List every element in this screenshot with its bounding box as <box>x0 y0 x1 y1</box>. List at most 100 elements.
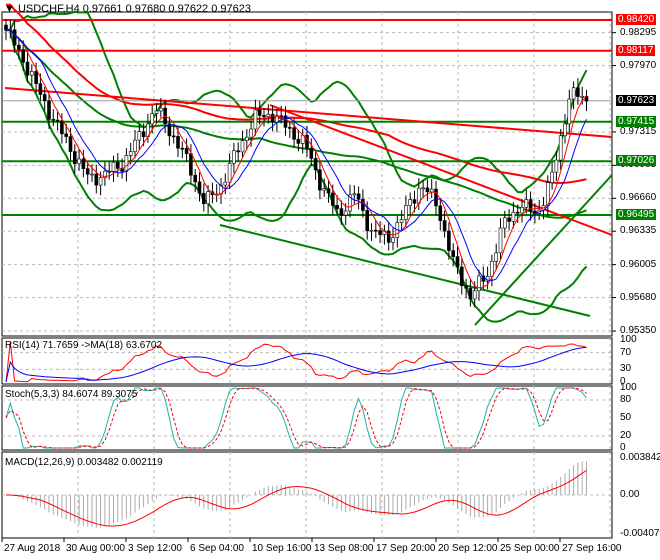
open-value: 0.97661 <box>82 3 123 15</box>
collapse-triangle-icon[interactable]: ▼ <box>4 3 15 15</box>
candle-body <box>447 230 451 251</box>
macd-tick-label: -0.004077 <box>620 527 660 539</box>
candle-body <box>429 188 434 193</box>
candle-body <box>554 159 559 173</box>
candle-body <box>116 161 120 169</box>
candle-body <box>502 217 507 229</box>
candle-body <box>227 162 232 183</box>
candle-body <box>309 147 314 159</box>
candle-body <box>550 171 554 183</box>
candle-body <box>51 119 56 121</box>
candle-body <box>524 199 529 208</box>
macd-tick-label: 0.00 <box>620 489 640 500</box>
candle-body <box>373 229 378 232</box>
price-tick-label: 0.95680 <box>620 291 657 303</box>
stoch-tick-label: 100 <box>620 382 637 393</box>
chart-canvas[interactable] <box>0 0 660 560</box>
candle-body <box>141 131 146 137</box>
candle-body <box>128 151 133 156</box>
candle-body <box>558 135 563 161</box>
symbol-header: ▼ USDCHF,H4 0.97661 0.97680 0.97622 0.97… <box>4 3 251 15</box>
candle-body <box>576 87 580 97</box>
candle-body <box>17 44 21 50</box>
chart-window[interactable]: ▼ USDCHF,H4 0.97661 0.97680 0.97622 0.97… <box>0 0 660 560</box>
candle-body <box>511 211 516 222</box>
price-tick-label: 0.97970 <box>620 59 657 71</box>
time-label: 27 Sep 16:00 <box>562 543 622 554</box>
level-price-tag: 0.98420 <box>616 14 657 25</box>
macd-tick-label: 0.003842 <box>620 452 660 464</box>
candle-body <box>438 205 443 221</box>
candle-body <box>369 229 374 232</box>
candle-body <box>223 181 228 186</box>
candle-body <box>206 191 210 205</box>
candle-body <box>180 147 185 150</box>
candle-body <box>313 158 318 171</box>
rsi-tick-label: 100 <box>620 334 637 345</box>
candle-body <box>335 205 339 209</box>
candle-body <box>322 188 327 191</box>
candle-body <box>29 71 34 76</box>
candle-body <box>25 61 30 76</box>
candle-body <box>477 275 481 292</box>
candle-body <box>498 227 503 254</box>
candle-body <box>455 256 460 268</box>
candle-body <box>257 109 262 116</box>
candle-body <box>300 134 305 144</box>
candle-body <box>184 147 189 154</box>
candle-body <box>425 187 430 193</box>
level-price-tag: 0.96495 <box>616 209 657 220</box>
time-label: 10 Sep 16:00 <box>252 543 312 554</box>
candle-body <box>412 199 417 204</box>
candle-body <box>567 98 572 125</box>
candle-body <box>60 120 64 135</box>
price-tick-label: 0.97315 <box>620 125 657 137</box>
candle-body <box>451 250 456 257</box>
candle-body <box>343 210 348 216</box>
candle-body <box>193 174 197 183</box>
candle-body <box>262 115 266 117</box>
candle-body <box>326 188 331 194</box>
stoch-tick-label: 50 <box>620 412 632 423</box>
level-price-tag: 0.98117 <box>616 44 656 56</box>
candle-body <box>391 237 395 243</box>
candle-body <box>55 119 60 122</box>
candle-body <box>468 287 473 300</box>
candle-body <box>81 158 86 169</box>
time-label: 13 Sep 08:00 <box>314 543 374 554</box>
candle-body <box>90 173 94 176</box>
candle-body <box>240 140 245 153</box>
time-label: 6 Sep 04:00 <box>190 543 244 554</box>
rsi-tick-label: 30 <box>620 363 632 375</box>
candle-body <box>137 131 142 141</box>
candle-body <box>68 136 73 152</box>
candle-body <box>442 220 447 232</box>
candle-body <box>571 87 576 100</box>
stoch-tick-label: 80 <box>620 394 632 405</box>
candle-body <box>339 208 344 216</box>
candle-body <box>12 29 17 46</box>
candle-body <box>245 136 249 141</box>
candle-body <box>249 128 253 138</box>
time-label: 27 Aug 2018 <box>4 543 61 554</box>
candle-body <box>42 94 47 102</box>
candle-body <box>189 153 193 176</box>
candle-body <box>507 217 511 222</box>
candle-body <box>459 266 464 287</box>
candle-body <box>34 71 38 84</box>
low-value: 0.97622 <box>168 3 209 15</box>
candle-body <box>85 168 90 175</box>
candle-body <box>352 193 357 196</box>
candle-body <box>232 150 236 164</box>
candle-body <box>464 285 468 289</box>
price-tick-label: 0.96660 <box>620 192 657 204</box>
macd-signal-line <box>6 470 587 527</box>
macd-label: MACD(12,26,9) 0.003482 0.002119 <box>5 457 163 468</box>
candle-body <box>408 199 413 206</box>
candle-body <box>580 96 585 98</box>
candle-body <box>94 173 99 186</box>
candle-body <box>494 252 499 262</box>
candle-body <box>563 123 567 137</box>
candle-body <box>472 290 477 300</box>
stoch-tick-label: 0 <box>620 442 626 453</box>
